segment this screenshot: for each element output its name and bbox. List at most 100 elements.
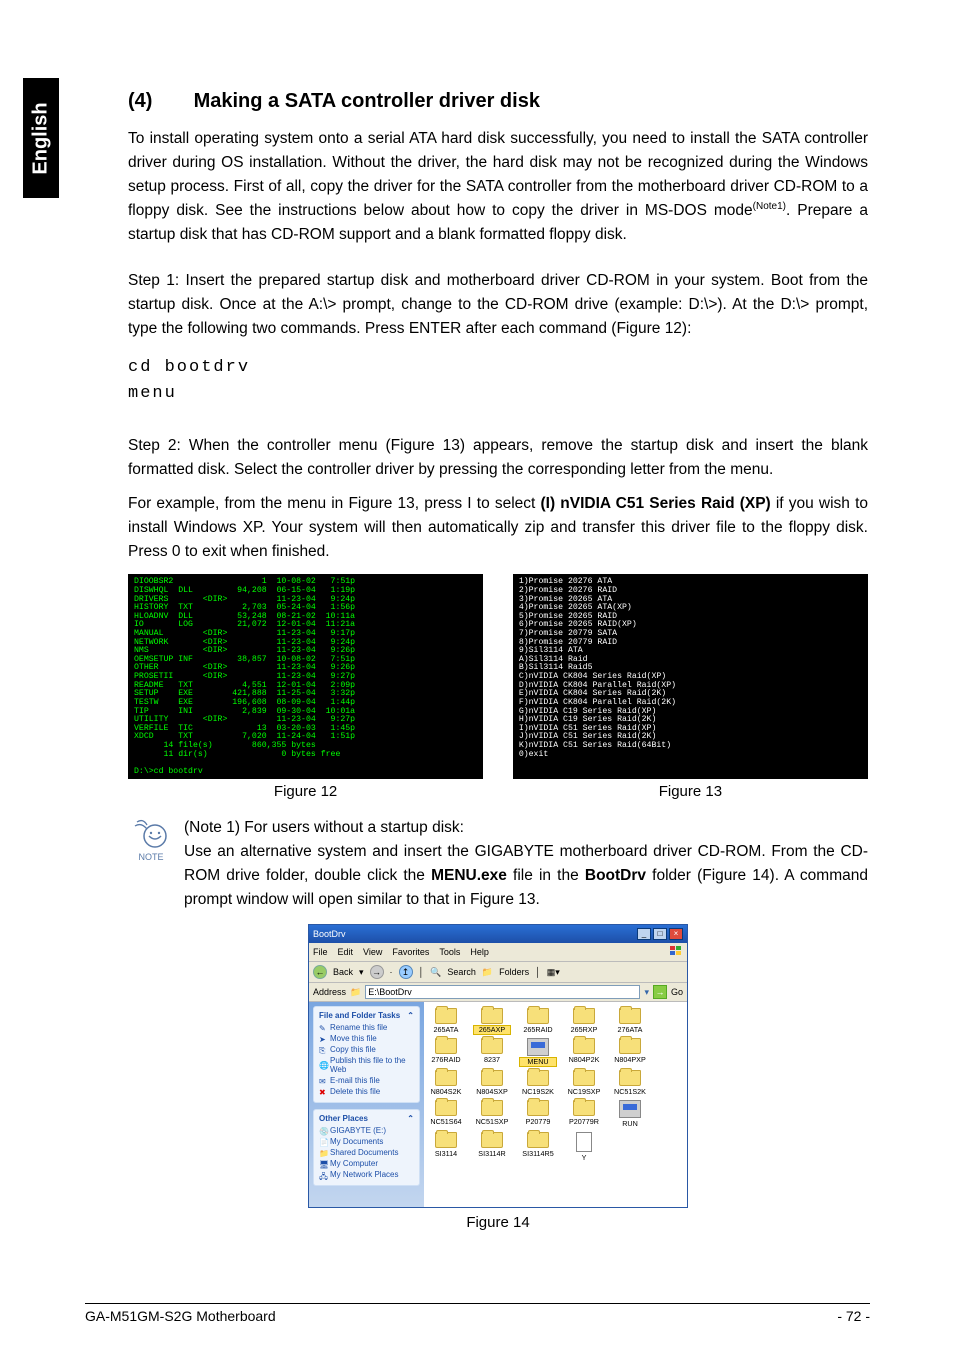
file-item[interactable]: N804PXP [612, 1038, 648, 1066]
collapse-icon[interactable]: ⌃ [407, 1011, 414, 1020]
task-link[interactable]: 🌐Publish this file to the Web [319, 1056, 414, 1074]
file-item[interactable]: RUN [612, 1100, 648, 1128]
place-link[interactable]: 🖥My Computer [319, 1159, 414, 1168]
file-label: N804PXP [612, 1056, 648, 1064]
step2b-pre: For example, from the menu in Figure 13,… [128, 495, 541, 512]
menu-item[interactable]: Help [470, 947, 489, 957]
file-grid: 265ATA 265AXP 265RAID 265RXP 276ATA 276RAID 82… [428, 1008, 683, 1162]
window-titlebar: BootDrv _ □ × [309, 925, 687, 943]
note-bootdrv: BootDrv [585, 867, 646, 884]
folder-icon [481, 1100, 503, 1116]
exe-icon [527, 1038, 549, 1056]
file-item[interactable]: P20779R [566, 1100, 602, 1128]
back-icon[interactable]: ← [313, 965, 327, 979]
place-link[interactable]: 📁Shared Documents [319, 1148, 414, 1157]
folder-icon [527, 1132, 549, 1148]
place-link[interactable]: 📄My Documents [319, 1137, 414, 1146]
toolbar: ← Back ▾ → · ↥ │ 🔍 Search 📁 Folders │ ▦▾ [309, 962, 687, 983]
file-item[interactable]: SI3114 [428, 1132, 464, 1162]
maximize-button[interactable]: □ [653, 928, 667, 940]
folder-icon [573, 1070, 595, 1086]
task-link[interactable]: ✉E-mail this file [319, 1076, 414, 1085]
minimize-button[interactable]: _ [637, 928, 651, 940]
file-label: Y [566, 1154, 602, 1162]
section-heading: (4) Making a SATA controller driver disk [128, 90, 868, 113]
file-label: NC19SXP [566, 1088, 602, 1096]
file-item[interactable]: 8237 [474, 1038, 510, 1066]
file-item[interactable]: 265ATA [428, 1008, 464, 1034]
place-link[interactable]: 🖧My Network Places [319, 1170, 414, 1179]
file-item[interactable]: N804S2K [428, 1070, 464, 1096]
intro-superscript: (Note1) [753, 201, 786, 212]
task-link[interactable]: ⎘Copy this file [319, 1045, 414, 1054]
file-item[interactable]: NC51SXP [474, 1100, 510, 1128]
close-button[interactable]: × [669, 928, 683, 940]
shared-icon: 📁 [319, 1149, 327, 1157]
go-button[interactable]: → [653, 985, 667, 999]
step1-paragraph: Step 1: Insert the prepared startup disk… [128, 269, 868, 341]
folder-icon [481, 1008, 503, 1024]
file-item[interactable]: P20779 [520, 1100, 556, 1128]
file-item[interactable]: 276RAID [428, 1038, 464, 1066]
note-menuexe: MENU.exe [431, 867, 507, 884]
back-label[interactable]: Back [333, 967, 353, 977]
menu-item[interactable]: Edit [338, 947, 354, 957]
window-buttons: _ □ × [637, 928, 683, 940]
dos-controller-menu: 1)Promise 20276 ATA 2)Promise 20276 RAID… [513, 574, 868, 779]
figure13-caption: Figure 13 [513, 783, 868, 800]
delete-icon: ✖ [319, 1088, 327, 1096]
task-link[interactable]: ➤Move this file [319, 1034, 414, 1043]
file-item[interactable]: 265RAID [520, 1008, 556, 1034]
menu-item[interactable]: Tools [439, 947, 460, 957]
file-item[interactable]: NC51S64 [428, 1100, 464, 1128]
place-link[interactable]: 💿GIGABYTE (E:) [319, 1126, 414, 1135]
folder-icon [527, 1100, 549, 1116]
folder-icon [527, 1008, 549, 1024]
collapse-icon[interactable]: ⌃ [407, 1114, 414, 1123]
folder-icon [573, 1038, 595, 1054]
task-link[interactable]: ✎Rename this file [319, 1023, 414, 1032]
places-panel: Other Places ⌃ 💿GIGABYTE (E:) 📄My Documen… [313, 1109, 420, 1186]
search-label[interactable]: Search [447, 967, 476, 977]
up-icon[interactable]: ↥ [399, 965, 413, 979]
folder-icon [481, 1070, 503, 1086]
folder-icon [619, 1070, 641, 1086]
places-title: Other Places [319, 1114, 368, 1123]
page-footer: GA-M51GM-S2G Motherboard - 72 - [85, 1303, 870, 1324]
file-item[interactable]: NC51S2K [612, 1070, 648, 1096]
file-label: 276ATA [612, 1026, 648, 1034]
file-item[interactable]: N804SXP [474, 1070, 510, 1096]
command-line: cd bootdrv [128, 355, 868, 381]
menu-item[interactable]: File [313, 947, 328, 957]
go-label[interactable]: Go [671, 987, 683, 997]
menu-item[interactable]: View [363, 947, 382, 957]
rename-icon: ✎ [319, 1024, 327, 1032]
file-item[interactable]: NC19S2K [520, 1070, 556, 1096]
file-label: P20779 [520, 1118, 556, 1126]
search-icon[interactable]: 🔍 [430, 967, 441, 978]
file-item[interactable]: MENU [520, 1038, 556, 1066]
folders-icon[interactable]: 📁 [482, 967, 493, 978]
menu-bar: File Edit View Favorites Tools Help [309, 943, 687, 962]
file-label: 8237 [474, 1056, 510, 1064]
views-icon[interactable]: ▦▾ [547, 967, 560, 978]
file-label: MENU [520, 1058, 556, 1066]
file-item[interactable]: NC19SXP [566, 1070, 602, 1096]
menu-item[interactable]: Favorites [392, 947, 429, 957]
explorer-window: BootDrv _ □ × File Edit View Favorites T… [308, 924, 688, 1208]
file-label: P20779R [566, 1118, 602, 1126]
file-item[interactable]: 276ATA [612, 1008, 648, 1034]
file-item[interactable]: Y [566, 1132, 602, 1162]
side-panel: File and Folder Tasks⌃ ✎Rename this file… [309, 1002, 424, 1207]
folders-label[interactable]: Folders [499, 967, 529, 977]
address-input[interactable] [365, 985, 640, 999]
file-item[interactable]: 265RXP [566, 1008, 602, 1034]
note-row: NOTE (Note 1) For users without a startu… [128, 816, 868, 912]
task-link[interactable]: ✖Delete this file [319, 1087, 414, 1096]
folder-icon [481, 1132, 503, 1148]
file-item[interactable]: N804P2K [566, 1038, 602, 1066]
file-item[interactable]: 265AXP [474, 1008, 510, 1034]
file-item[interactable]: SI3114R [474, 1132, 510, 1162]
file-label: NC51S2K [612, 1088, 648, 1096]
file-item[interactable]: SI3114R5 [520, 1132, 556, 1162]
